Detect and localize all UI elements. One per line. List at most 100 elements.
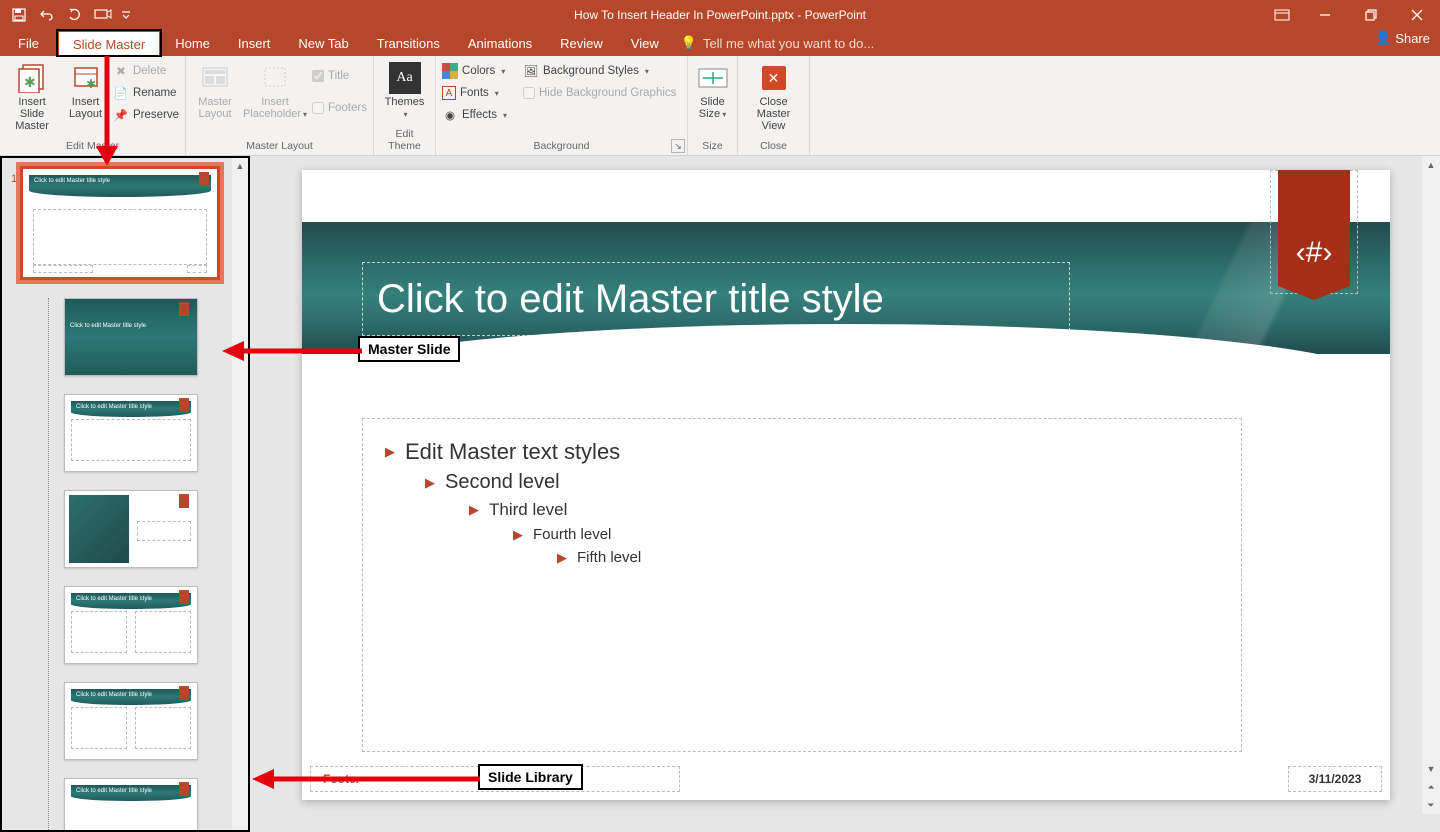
- bullet-icon: ▶: [513, 527, 523, 543]
- start-from-beginning-icon[interactable]: [90, 3, 116, 27]
- background-dialog-launcher[interactable]: ↘: [671, 139, 685, 153]
- tab-insert[interactable]: Insert: [224, 30, 285, 56]
- group-close-label: Close: [744, 140, 803, 155]
- ribbon: ✱ Insert Slide Master ✱ Insert Layout ✖D…: [0, 56, 1440, 156]
- slide-size-icon: [697, 62, 729, 94]
- share-label: Share: [1395, 31, 1430, 46]
- insert-slide-master-icon: ✱: [16, 62, 48, 94]
- close-master-view-button[interactable]: ✕ Close Master View: [744, 58, 803, 132]
- insert-slide-master-button[interactable]: ✱ Insert Slide Master: [6, 58, 58, 132]
- layout-thumbnail-2[interactable]: Click to edit Master title style: [64, 394, 198, 472]
- close-icon: ✕: [758, 62, 790, 94]
- layout-tree-line: [48, 298, 49, 830]
- group-edit-theme-label: Edit Theme: [380, 128, 429, 155]
- colors-icon: [442, 63, 458, 79]
- insert-placeholder-icon: [259, 62, 291, 94]
- footer-placeholder[interactable]: Footer: [310, 766, 680, 792]
- svg-text:✱: ✱: [86, 77, 96, 91]
- bullet-icon: ▶: [385, 444, 395, 460]
- master-layout-button: Master Layout: [192, 58, 238, 120]
- tab-file[interactable]: File: [0, 30, 57, 56]
- page-number-symbol: ‹#›: [1296, 236, 1333, 270]
- layout-thumbnail-6[interactable]: Click to edit Master title style: [64, 778, 198, 832]
- tab-new-tab[interactable]: New Tab: [284, 30, 362, 56]
- tell-me-search[interactable]: 💡 Tell me what you want to do...: [681, 30, 874, 56]
- layout-thumbnail-1[interactable]: Click to edit Master title style: [64, 298, 198, 376]
- background-styles-button[interactable]: 🖼Background Styles▾: [523, 61, 676, 81]
- tell-me-placeholder: Tell me what you want to do...: [703, 36, 874, 51]
- bullet-icon: ▶: [425, 475, 435, 491]
- svg-text:✱: ✱: [24, 74, 36, 90]
- fonts-button[interactable]: AFonts▾: [442, 83, 507, 103]
- minimize-button[interactable]: [1302, 0, 1348, 30]
- thumbnail-scrollbar[interactable]: ▲: [232, 158, 248, 830]
- master-layout-icon: [199, 62, 231, 94]
- group-background-label: Background: [442, 140, 681, 155]
- themes-icon: Aa: [389, 62, 421, 94]
- undo-icon[interactable]: [34, 3, 60, 27]
- delete-icon: ✖: [113, 63, 129, 79]
- title-checkbox: Title: [312, 66, 367, 86]
- rename-button[interactable]: 📄Rename: [113, 83, 179, 103]
- bg-styles-icon: 🖼: [523, 63, 539, 79]
- master-index: 1: [11, 173, 17, 185]
- rename-icon: 📄: [113, 85, 129, 101]
- hide-bg-checkbox: Hide Background Graphics: [523, 83, 676, 103]
- ribbon-tabs: File Slide Master Home Insert New Tab Tr…: [0, 30, 1440, 56]
- layout-thumbnail-3[interactable]: [64, 490, 198, 568]
- tab-home[interactable]: Home: [161, 30, 224, 56]
- workspace: 1 Click to edit Master title style Click…: [0, 156, 1440, 832]
- group-master-layout-label: Master Layout: [192, 140, 367, 155]
- slide-edit-area: ‹#› Click to edit Master title style ▶Ed…: [250, 156, 1440, 832]
- layout-thumbnail-5[interactable]: Click to edit Master title style: [64, 682, 198, 760]
- tab-animations[interactable]: Animations: [454, 30, 546, 56]
- master-slide-thumbnail[interactable]: 1 Click to edit Master title style: [20, 166, 220, 280]
- save-icon[interactable]: [6, 3, 32, 27]
- tab-transitions[interactable]: Transitions: [363, 30, 454, 56]
- close-button[interactable]: [1394, 0, 1440, 30]
- master-slide-canvas[interactable]: ‹#› Click to edit Master title style ▶Ed…: [302, 170, 1390, 800]
- themes-button[interactable]: Aa Themes▾: [380, 58, 429, 120]
- ribbon-display-options-icon[interactable]: [1262, 0, 1302, 30]
- title-bar: How To Insert Header In PowerPoint.pptx …: [0, 0, 1440, 30]
- scroll-up-icon[interactable]: ▲: [232, 158, 248, 174]
- bullet-icon: ▶: [469, 502, 479, 518]
- insert-placeholder-button: Insert Placeholder▾: [244, 58, 306, 120]
- document-title: How To Insert Header In PowerPoint.pptx …: [574, 8, 866, 22]
- editor-scrollbar-vertical[interactable]: ▲ ▼ ⏶ ⏷: [1422, 156, 1440, 814]
- page-number-ribbon[interactable]: ‹#›: [1278, 170, 1350, 286]
- share-icon: 👤: [1375, 30, 1391, 46]
- insert-layout-icon: ✱: [70, 62, 102, 94]
- preserve-button[interactable]: 📌Preserve: [113, 105, 179, 125]
- fonts-icon: A: [442, 86, 456, 100]
- quick-access-toolbar: [0, 3, 134, 27]
- preserve-icon: 📌: [113, 107, 129, 123]
- title-placeholder[interactable]: Click to edit Master title style: [362, 262, 1070, 336]
- tab-slide-master[interactable]: Slide Master: [57, 30, 161, 56]
- scroll-up-icon[interactable]: ▲: [1422, 156, 1440, 174]
- tab-view[interactable]: View: [617, 30, 673, 56]
- body-placeholder[interactable]: ▶Edit Master text styles ▶Second level ▶…: [362, 418, 1242, 752]
- redo-icon[interactable]: [62, 3, 88, 27]
- insert-slide-master-label: Insert Slide Master: [6, 96, 58, 132]
- delete-button: ✖Delete: [113, 61, 179, 81]
- slide-thumbnail-panel[interactable]: 1 Click to edit Master title style Click…: [0, 156, 250, 832]
- qat-customize-icon[interactable]: [118, 3, 134, 27]
- date-placeholder[interactable]: 3/11/2023: [1288, 766, 1382, 792]
- scroll-down-icon[interactable]: ▼: [1422, 760, 1440, 778]
- effects-button[interactable]: ◉Effects▾: [442, 105, 507, 125]
- master-layout-label: Master Layout: [198, 96, 232, 120]
- effects-icon: ◉: [442, 107, 458, 123]
- prev-slide-icon[interactable]: ⏶: [1422, 778, 1440, 796]
- insert-layout-label: Insert Layout: [69, 96, 102, 120]
- next-slide-icon[interactable]: ⏷: [1422, 796, 1440, 814]
- insert-layout-button[interactable]: ✱ Insert Layout: [64, 58, 107, 120]
- maximize-button[interactable]: [1348, 0, 1394, 30]
- tab-review[interactable]: Review: [546, 30, 617, 56]
- share-button[interactable]: 👤 Share: [1375, 30, 1430, 46]
- layout-thumbnail-4[interactable]: Click to edit Master title style: [64, 586, 198, 664]
- slide-size-button[interactable]: Slide Size▾: [694, 58, 731, 120]
- footers-checkbox: Footers: [312, 98, 367, 118]
- colors-button[interactable]: Colors▾: [442, 61, 507, 81]
- bullet-icon: ▶: [557, 550, 567, 566]
